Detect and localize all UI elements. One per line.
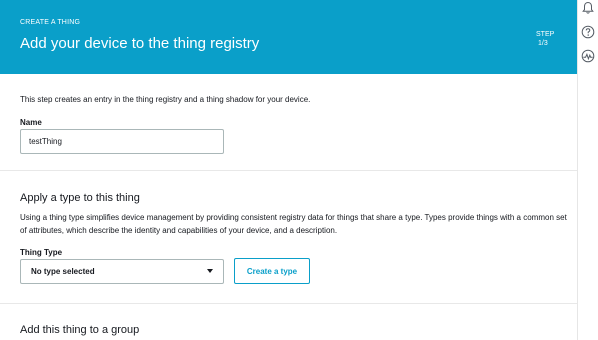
thing-type-label: Thing Type [20, 248, 63, 257]
thing-type-select[interactable]: No type selected [20, 259, 224, 284]
create-type-button[interactable]: Create a type [234, 258, 310, 284]
intro-text: This step creates an entry in the thing … [20, 95, 311, 104]
step-label: STEP [536, 31, 555, 38]
type-section-description: Using a thing type simplifies device man… [20, 213, 567, 235]
thing-type-selected-value: No type selected [31, 267, 95, 276]
group-section-title: Add this thing to a group [20, 324, 140, 336]
page-title: Add your device to the thing registry [20, 35, 260, 52]
wizard-header: CREATE A THING Add your device to the th… [0, 0, 577, 74]
chevron-down-icon [207, 269, 213, 273]
help-icon[interactable] [581, 25, 595, 39]
step-indicator: 1/3 [538, 40, 548, 47]
type-section-title: Apply a type to this thing [20, 192, 140, 204]
activity-icon[interactable] [581, 49, 595, 63]
name-input[interactable] [20, 129, 224, 154]
name-field-label: Name [20, 118, 42, 127]
section-divider [0, 170, 577, 171]
wizard-eyebrow: CREATE A THING [20, 19, 81, 26]
right-rail [577, 0, 598, 340]
main-panel: CREATE A THING Add your device to the th… [0, 0, 577, 340]
section-divider [0, 303, 577, 304]
bell-icon[interactable] [581, 1, 595, 15]
